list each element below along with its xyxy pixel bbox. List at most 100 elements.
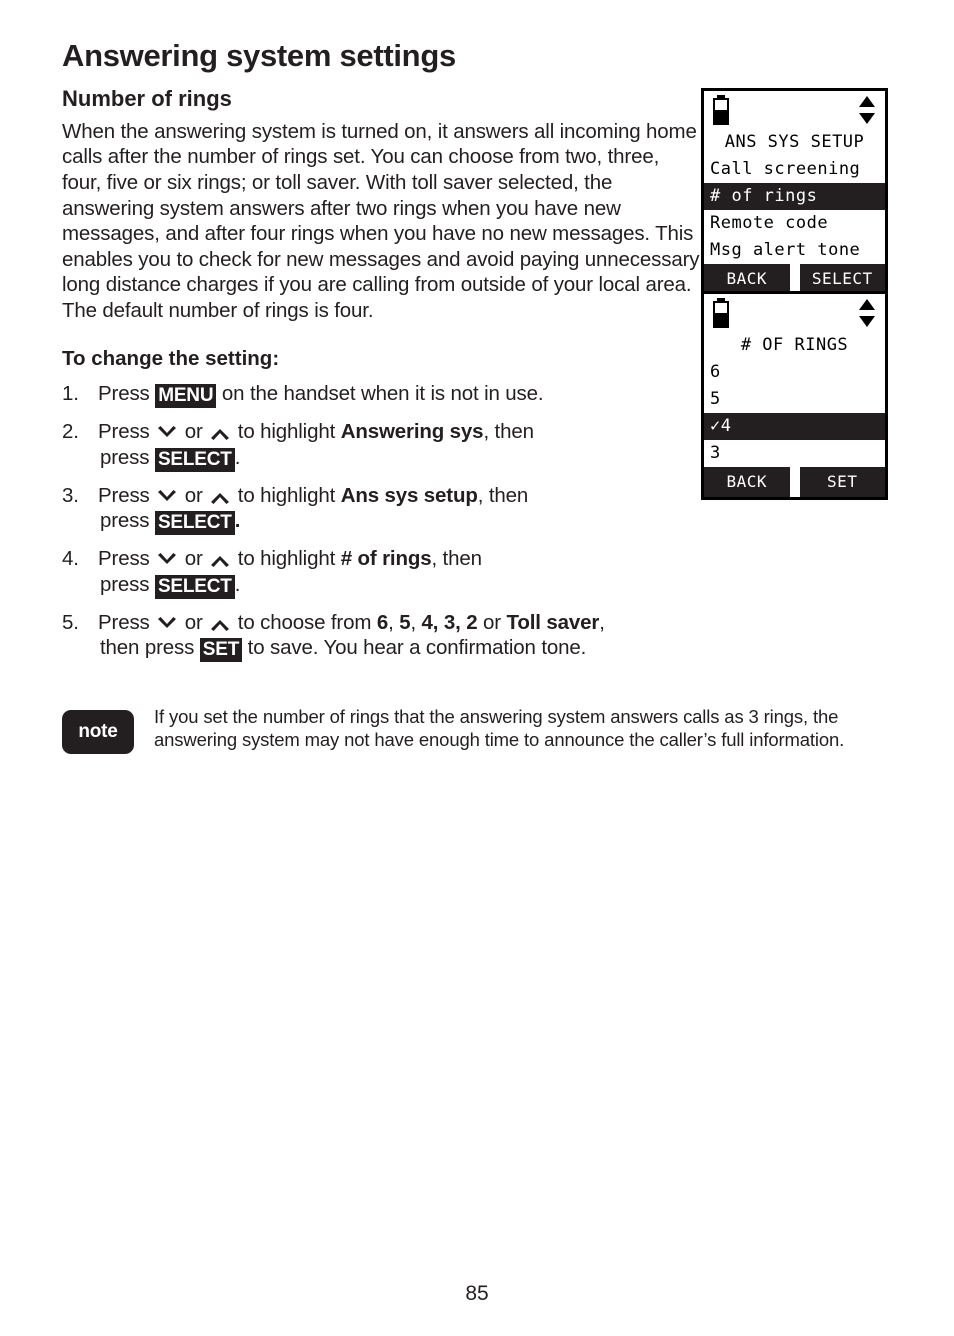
chevron-down-icon xyxy=(156,552,178,568)
menu-key-badge[interactable]: MENU xyxy=(155,384,217,409)
softkey-select[interactable]: SELECT xyxy=(799,264,885,294)
scroll-up-down-icon xyxy=(858,95,876,125)
step-text-pre: Press xyxy=(98,483,156,507)
lcd-option-4-selected[interactable]: ✓4 xyxy=(704,413,885,440)
step-line: Press or to highlight Ans sys setup, the… xyxy=(98,483,702,509)
step-line2-pre: press xyxy=(100,445,155,469)
step-text-tail: , then xyxy=(483,420,534,444)
chevron-up-icon xyxy=(209,552,231,568)
step-text-pre: Press xyxy=(98,420,156,444)
step-line2-post: to save. You hear a confirmation tone. xyxy=(242,636,587,660)
softkey-set[interactable]: SET xyxy=(799,467,885,497)
step-line2-post: . xyxy=(234,509,241,533)
step-1: 1. Press MENU on the handset when it is … xyxy=(62,381,702,409)
step-line: Press MENU on the handset when it is not… xyxy=(98,381,702,409)
section-title: Number of rings xyxy=(62,85,232,111)
step-3: 3. Press or to highlight Ans sys setup, … xyxy=(62,483,702,536)
note-badge: note xyxy=(62,710,134,754)
page-number: 85 xyxy=(465,1282,489,1305)
step-line: Press or to highlight # of rings, then xyxy=(98,546,702,572)
step-line-2: press SELECT. xyxy=(98,572,702,599)
step-number: 5. xyxy=(62,610,79,634)
battery-icon xyxy=(713,95,729,125)
choice-4-3-2: 4, 3, 2 xyxy=(421,610,478,634)
step-text-pre: Press xyxy=(98,610,156,634)
select-key-badge[interactable]: SELECT xyxy=(154,447,235,472)
manual-page: Answering system settings Number of ring… xyxy=(0,0,954,1336)
step-text-tail: , then xyxy=(477,483,529,507)
step-text-after-arrows: to highlight xyxy=(232,483,341,507)
main-text-column: Answering system settings Number of ring… xyxy=(62,38,702,673)
note-text: If you set the number of rings that the … xyxy=(154,706,845,750)
step-line-2: press SELECT. xyxy=(98,508,702,536)
step-number: 1. xyxy=(62,382,79,406)
lcd-option-3[interactable]: 3 xyxy=(704,440,885,467)
lcd-body: ANS SYS SETUP Call screening # of rings … xyxy=(704,129,885,264)
choice-sep: , xyxy=(388,610,400,634)
lcd-title: # OF RINGS xyxy=(740,335,849,355)
lcd-menu-item-call-screening[interactable]: Call screening xyxy=(704,156,885,183)
step-text-mid: or xyxy=(179,547,209,571)
lcd-screen-ans-sys-setup: ANS SYS SETUP Call screening # of rings … xyxy=(701,88,888,297)
battery-icon xyxy=(713,298,729,328)
step-text-mid: or xyxy=(179,610,209,634)
lcd-softkey-bar: BACK SELECT xyxy=(704,264,885,294)
step-4: 4. Press or to highlight # of rings, the… xyxy=(62,546,702,599)
chevron-up-icon xyxy=(209,489,231,505)
choice-sep: , xyxy=(410,610,422,634)
select-key-badge[interactable]: SELECT xyxy=(154,511,235,536)
lcd-status-bar xyxy=(704,294,885,332)
chevron-down-icon xyxy=(156,425,178,441)
softkey-divider xyxy=(789,467,800,497)
lcd-body: # OF RINGS 6 5 ✓4 3 xyxy=(704,332,885,467)
step-text-after-arrows: to highlight xyxy=(232,547,341,571)
step-text-after-arrows: to highlight xyxy=(232,420,341,444)
chevron-down-icon xyxy=(156,489,178,505)
step-text-tail: , then xyxy=(431,547,482,571)
lcd-option-6[interactable]: 6 xyxy=(704,359,885,386)
step-line-2: press SELECT. xyxy=(98,445,702,472)
step-2: 2. Press or to highlight Answering sys, … xyxy=(62,419,702,472)
lcd-menu-item-msg-alert-tone[interactable]: Msg alert tone xyxy=(704,237,885,264)
step-text-pre: Press xyxy=(98,382,156,406)
lcd-menu-item-number-of-rings[interactable]: # of rings xyxy=(704,183,885,210)
lcd-option-5[interactable]: 5 xyxy=(704,386,885,413)
lcd-title: ANS SYS SETUP xyxy=(724,132,865,152)
step-text-mid: or xyxy=(179,483,209,507)
step-line2-pre: press xyxy=(100,509,155,533)
procedure-steps: 1. Press MENU on the handset when it is … xyxy=(62,381,702,663)
step-line-2: then press SET to save. You hear a confi… xyxy=(98,635,702,663)
select-key-badge[interactable]: SELECT xyxy=(154,574,235,599)
step-number: 3. xyxy=(62,483,79,507)
softkey-back[interactable]: BACK xyxy=(704,264,790,294)
step-bold-target: Ans sys setup xyxy=(340,483,478,507)
step-line2-pre: press xyxy=(100,572,155,596)
procedure-heading: To change the setting: xyxy=(62,347,280,371)
step-line2-post: . xyxy=(234,445,241,469)
step-line2-post: . xyxy=(234,572,241,596)
lcd-screen-number-of-rings: # OF RINGS 6 5 ✓4 3 BACK SET xyxy=(701,291,888,500)
softkey-divider xyxy=(789,264,800,294)
lcd-status-bar xyxy=(704,91,885,129)
step-text-tail: , xyxy=(599,610,605,634)
set-key-badge[interactable]: SET xyxy=(199,638,243,663)
step-bold-target: Answering sys xyxy=(340,420,484,444)
choice-toll-saver: Toll saver xyxy=(506,610,600,634)
chevron-up-icon xyxy=(209,425,231,441)
chevron-up-icon xyxy=(209,616,231,632)
step-line: Press or to choose from 6, 5, 4, 3, 2 or… xyxy=(98,610,702,636)
choice-5: 5 xyxy=(399,610,411,634)
step-text-pre: Press xyxy=(98,547,156,571)
step-5: 5. Press or to choose from 6, 5, 4, 3, 2… xyxy=(62,610,702,663)
choice-sep: or xyxy=(477,610,507,634)
step-line2-pre: then press xyxy=(100,636,200,660)
step-text-post: on the handset when it is not in use. xyxy=(216,382,544,406)
page-title: Answering system settings xyxy=(62,38,456,73)
step-number: 2. xyxy=(62,420,79,444)
step-bold-target: # of rings xyxy=(340,547,432,571)
lcd-menu-item-remote-code[interactable]: Remote code xyxy=(704,210,885,237)
step-text-mid: or xyxy=(179,420,209,444)
softkey-back[interactable]: BACK xyxy=(704,467,790,497)
step-number: 4. xyxy=(62,547,79,571)
scroll-up-down-icon xyxy=(858,298,876,328)
